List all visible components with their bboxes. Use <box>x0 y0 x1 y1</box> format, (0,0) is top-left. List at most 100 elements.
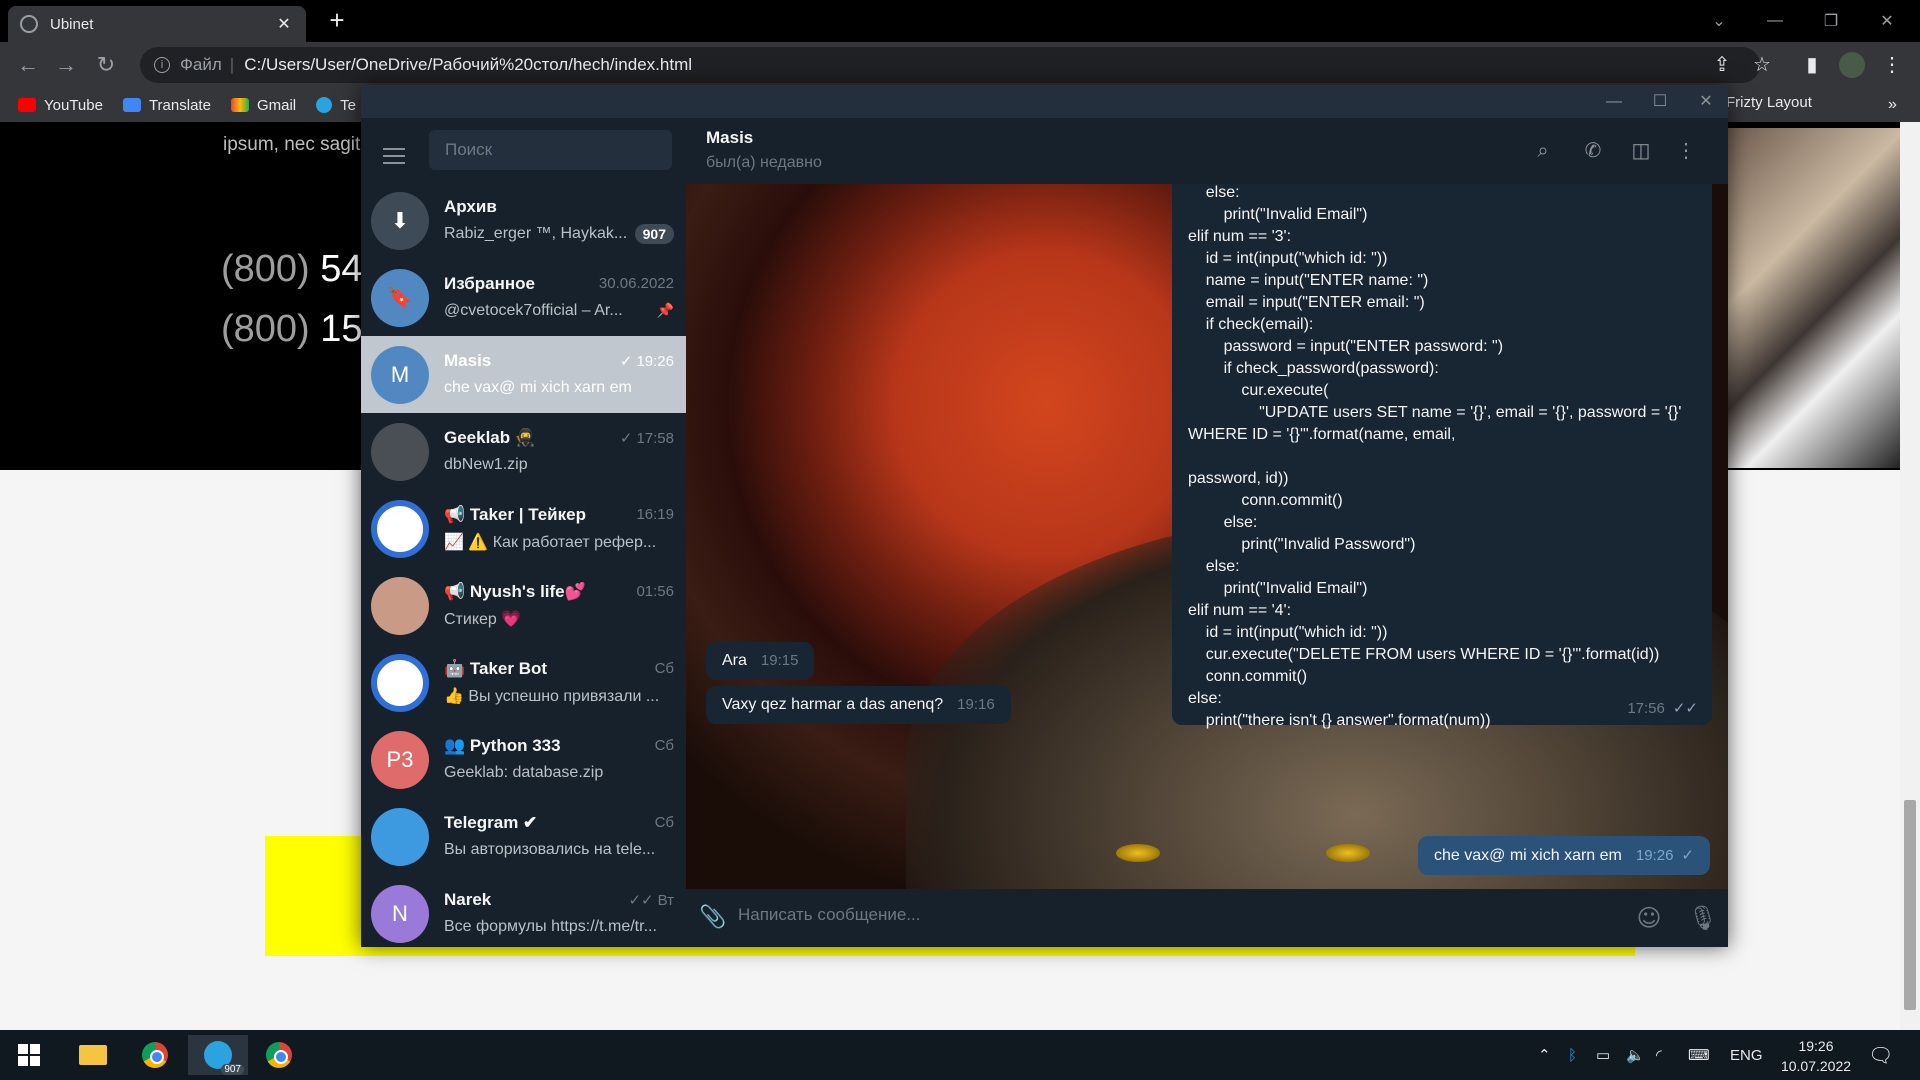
browser-tab[interactable]: Ubinet ✕ <box>8 6 306 42</box>
chat-preview: dbNew1.zip <box>444 455 528 473</box>
chat-list-item[interactable]: Geeklab 🥷 ✓ 17:58 dbNew1.zip <box>361 413 686 490</box>
side-panel-icon[interactable]: ▮ <box>1796 49 1828 81</box>
incoming-message[interactable]: Ara 19:15 <box>706 642 815 680</box>
bookmark-telegram[interactable]: Te <box>316 97 356 114</box>
outgoing-message[interactable]: che vax@ mi xich xarn em 19:26 ✓ <box>1418 836 1710 875</box>
url-separator: | <box>229 55 235 74</box>
profile-avatar[interactable] <box>1836 49 1868 81</box>
chat-time: ✓ 19:26 <box>620 352 674 370</box>
chat-name: Архив <box>444 196 497 216</box>
emoji-icon[interactable]: ☺ <box>1632 901 1666 935</box>
chat-name: Telegram ✔ <box>444 812 538 832</box>
tg-maximize-button[interactable]: ☐ <box>1637 85 1683 118</box>
check-icon: ✓ <box>619 429 633 447</box>
bookmark-star-icon[interactable]: ☆ <box>1746 49 1778 81</box>
microphone-icon[interactable]: 🎙 <box>1686 901 1720 935</box>
chat-time-text: Вт <box>657 891 674 909</box>
phone-number-2: (800) 15 <box>221 308 363 351</box>
conversation-header: Masis был(а) недавно ⌕ ✆ ◫ ⋮ <box>686 118 1728 184</box>
chat-list-item[interactable]: Telegram ✔ Сб Вы авторизовались на tele... <box>361 798 686 875</box>
battery-icon[interactable]: ▭ <box>1596 1030 1610 1080</box>
telegram-taskbar-button[interactable]: 907 <box>188 1035 248 1075</box>
start-button[interactable] <box>6 1035 52 1075</box>
chat-list-item[interactable]: 📢 Nyush's life💕 01:56 Стикер 💗 <box>361 567 686 644</box>
chrome-icon <box>266 1042 292 1068</box>
page-scrollbar[interactable] <box>1900 122 1920 1030</box>
bookmark-gmail[interactable]: Gmail <box>230 96 297 114</box>
tab-search-chevron-icon[interactable]: ⌄ <box>1696 0 1742 42</box>
chat-preview: 👍 Вы успешно привязали ... <box>444 687 660 705</box>
chat-list-item[interactable]: ⬇ Архив Rabiz_erger ™, Haykak... 907 <box>361 182 686 259</box>
minimize-button[interactable]: — <box>1752 0 1798 42</box>
message-composer: 📎 Написать сообщение... ☺ 🎙 <box>686 889 1728 947</box>
phone-call-icon[interactable]: ✆ <box>1578 136 1608 166</box>
reload-button[interactable]: ↻ <box>90 49 122 81</box>
tg-minimize-button[interactable]: — <box>1591 85 1637 118</box>
archive-icon: ⬇ <box>371 191 429 250</box>
message-input[interactable]: Написать сообщение... <box>738 905 920 925</box>
avatar <box>371 653 429 712</box>
conversation-title[interactable]: Masis <box>706 128 753 148</box>
restore-button[interactable]: ❐ <box>1808 0 1854 42</box>
globe-icon <box>20 15 38 33</box>
chat-item-body: Geeklab 🥷 ✓ 17:58 dbNew1.zip <box>444 425 686 479</box>
search-icon[interactable]: ⌕ <box>1528 136 1558 166</box>
chrome-taskbar-button[interactable] <box>132 1035 178 1075</box>
hamburger-menu-icon[interactable] <box>383 148 405 169</box>
bluetooth-icon[interactable]: ᛒ <box>1568 1030 1577 1080</box>
chat-list-sidebar: Поиск ⬇ Архив Rabiz_erger ™, Haykak... 907 🔖… <box>361 118 686 947</box>
code-message-bubble[interactable]: else: print("Invalid Email") elif num ==… <box>1172 184 1712 729</box>
chat-item-body: 📢 Nyush's life💕 01:56 Стикер 💗 <box>444 579 686 633</box>
translate-icon <box>122 98 141 112</box>
sidebar-toggle-icon[interactable]: ◫ <box>1626 136 1656 166</box>
chat-item-body: 👥 Python 333 Сб Geeklab: database.zip <box>444 733 686 787</box>
attach-paperclip-icon[interactable]: 📎 <box>698 903 728 933</box>
language-indicator[interactable]: ENG <box>1730 1030 1763 1080</box>
check-icon: ✓ <box>1681 846 1694 864</box>
bookmark-youtube[interactable]: YouTube <box>18 97 103 114</box>
clock-time: 19:26 <box>1798 1038 1834 1054</box>
chat-time-text: 17:58 <box>636 429 674 447</box>
chat-preview: Geeklab: database.zip <box>444 763 604 781</box>
chat-item-body: Telegram ✔ Сб Вы авторизовались на tele... <box>444 810 686 864</box>
keyboard-icon[interactable]: ⌨ <box>1688 1030 1710 1080</box>
chrome-taskbar-button-2[interactable] <box>256 1035 302 1075</box>
chat-time-text: 16:19 <box>636 506 674 523</box>
search-input[interactable]: Поиск <box>429 130 672 170</box>
info-icon[interactable]: i <box>154 57 170 73</box>
chat-list-item[interactable]: P3 👥 Python 333 Сб Geeklab: database.zip <box>361 721 686 798</box>
chat-preview: Стикер 💗 <box>444 610 522 628</box>
bookmark-translate[interactable]: Translate <box>122 97 211 114</box>
wifi-icon[interactable]: ◜ <box>1656 1030 1662 1080</box>
chat-item-body: 🤖 Taker Bot Сб 👍 Вы успешно привязали ... <box>444 656 686 710</box>
system-clock[interactable]: 19:26 10.07.2022 <box>1776 1036 1856 1076</box>
chat-list-item[interactable]: 📢 Taker | Тейкер 16:19 📈 ⚠️ Как работает р… <box>361 490 686 567</box>
url-text: C:/Users/User/OneDrive/Рабочий%20стол/he… <box>244 55 693 74</box>
more-bookmarks-button[interactable]: » <box>1888 96 1897 114</box>
chat-list-item[interactable]: 🤖 Taker Bot Сб 👍 Вы успешно привязали ... <box>361 644 686 721</box>
unread-badge: 907 <box>221 1064 244 1075</box>
forward-button[interactable]: → <box>50 49 82 81</box>
browser-toolbar: ← → ↻ i Файл | C:/Users/User/OneDrive/Ра… <box>0 42 1920 88</box>
share-icon[interactable]: ⇪ <box>1706 49 1738 81</box>
chat-list-item[interactable]: N Narek ✓✓ Вт Все формулы https://t.me/tr... <box>361 875 686 952</box>
close-window-button[interactable]: ✕ <box>1864 0 1910 42</box>
new-tab-button[interactable]: + <box>322 6 352 36</box>
file-explorer-button[interactable] <box>70 1035 116 1075</box>
incoming-message[interactable]: Vaxy qez harmar a das anenq? 19:16 <box>706 686 1011 724</box>
scrollbar-thumb[interactable] <box>1904 800 1916 1010</box>
volume-icon[interactable]: 🔈 <box>1626 1030 1645 1080</box>
tg-close-button[interactable]: ✕ <box>1683 85 1729 118</box>
show-hidden-icons-chevron[interactable]: ⌃ <box>1538 1030 1551 1080</box>
more-options-icon[interactable]: ⋮ <box>1671 136 1701 166</box>
address-bar[interactable]: i Файл | C:/Users/User/OneDrive/Рабочий%… <box>140 47 1760 83</box>
notifications-icon[interactable]: 🗨 <box>1868 1030 1893 1080</box>
chat-time: Сб <box>655 814 674 831</box>
chat-list-item[interactable]: M Masis ✓ 19:26 che vax@ mi xich xarn em <box>361 336 686 413</box>
chat-list-item[interactable]: 🔖 Избранное 30.06.2022 @cvetocek7official –… <box>361 259 686 336</box>
bookmark-frizty-layout[interactable]: Frizty Layout <box>1726 94 1812 111</box>
tab-close-icon[interactable]: ✕ <box>274 14 294 34</box>
bookmark-label: Gmail <box>256 96 297 114</box>
menu-dots-icon[interactable]: ⋮ <box>1876 49 1908 81</box>
back-button[interactable]: ← <box>12 49 44 81</box>
